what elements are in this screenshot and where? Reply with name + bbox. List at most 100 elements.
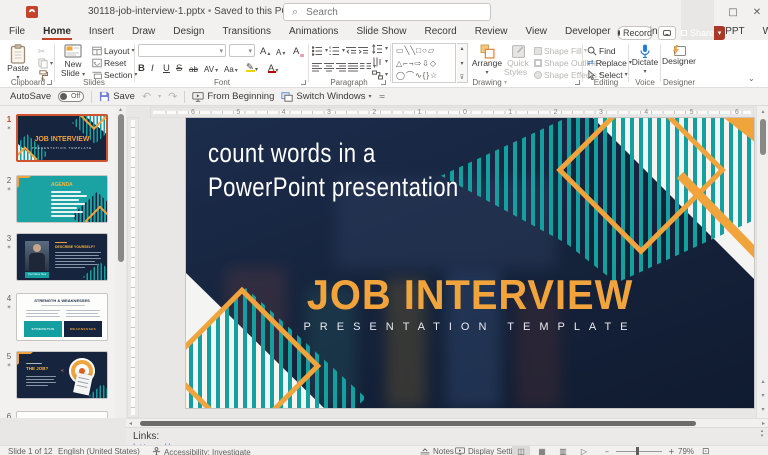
save-button[interactable]: Save <box>99 91 135 102</box>
dictate-button[interactable]: Dictate ▾ <box>631 44 659 76</box>
next-slide-button[interactable]: ▾ <box>757 392 768 399</box>
slide-subtitle-text[interactable]: PRESENTATION TEMPLATE <box>186 321 754 333</box>
align-center-button[interactable] <box>324 61 335 72</box>
tab-record[interactable]: Record <box>415 24 465 40</box>
designer-button[interactable]: Designer <box>663 45 695 66</box>
close-button[interactable]: ✕ <box>746 0 768 24</box>
paste-button[interactable]: Paste ▾ <box>4 44 32 82</box>
thumbnail-scrollbar[interactable]: ▴ <box>115 106 126 418</box>
slide-body-text[interactable]: count words in a PowerPoint presentation <box>208 136 459 204</box>
slide-show-button[interactable]: ▷ <box>575 446 593 455</box>
underline-button[interactable]: U <box>163 62 170 74</box>
scroll-down-icon[interactable]: ▾ <box>757 406 768 413</box>
shrink-font-button[interactable]: A▾ <box>276 45 285 57</box>
record-button[interactable]: Record <box>617 26 653 40</box>
shapes-gallery[interactable]: ▭╲╲□○▱ △⌐¬⇨⇩◇ ◯⌒∿{}☆ <box>392 43 456 83</box>
numbering-button[interactable]: ▾ <box>329 45 345 56</box>
zoom-out-button[interactable]: – <box>605 447 609 455</box>
italic-button[interactable]: I <box>151 62 154 74</box>
notes-pane[interactable]: Links: https://www. ▴ ▾ <box>126 427 768 445</box>
replace-button[interactable]: ⇄Replace▾ <box>587 57 632 68</box>
font-dialog-launcher-icon[interactable] <box>301 80 306 85</box>
share-button[interactable]: Share ▾ <box>681 26 725 40</box>
scroll-up-icon[interactable]: ▴ <box>757 108 768 115</box>
thumbnail-slide-3[interactable]: Your Name Here DESCRIBE YOURSELF? <box>16 233 108 281</box>
slide-canvas[interactable]: count words in a PowerPoint presentation… <box>186 118 754 408</box>
cut-button[interactable]: ✂ <box>38 46 45 57</box>
tab-file[interactable]: File <box>0 24 34 40</box>
tab-slide-show[interactable]: Slide Show <box>347 24 415 40</box>
align-right-button[interactable] <box>336 61 347 72</box>
clear-formatting-button[interactable]: A <box>293 45 304 57</box>
thumbnail-slide-1[interactable]: JOB INTERVIEW PRESENTATION TEMPLATE <box>16 114 108 162</box>
notes-text[interactable]: Links: <box>133 431 159 442</box>
zoom-level[interactable]: 79% <box>678 447 694 455</box>
line-spacing-button[interactable]: ▾ <box>372 43 388 54</box>
strikethrough-button[interactable]: S <box>176 62 182 74</box>
notes-scroll-down-icon[interactable]: ▾ <box>757 434 767 439</box>
tab-watermark[interactable]: Watermark <box>754 24 768 40</box>
tab-transitions[interactable]: Transitions <box>213 24 280 40</box>
zoom-in-button[interactable]: + <box>668 447 675 455</box>
previous-slide-button[interactable]: ▴ <box>757 378 768 385</box>
find-button[interactable]: Find <box>587 45 616 56</box>
decrease-indent-button[interactable] <box>346 45 357 56</box>
tab-developer[interactable]: Developer <box>556 24 620 40</box>
thumbnail-slide-5[interactable]: THE JOB? « <box>16 351 108 399</box>
change-case-button[interactable]: Aa▾ <box>224 62 238 74</box>
accessibility-status[interactable]: Accessibility: Investigate <box>152 447 251 455</box>
bold-button[interactable]: B <box>138 62 145 74</box>
zoom-slider[interactable] <box>616 451 662 452</box>
tab-home[interactable]: Home <box>34 24 80 40</box>
zoom-slider-thumb[interactable] <box>636 447 639 455</box>
thumbnail-slide-6[interactable]: CAREER OBJECTIVES <box>16 411 108 418</box>
tab-animations[interactable]: Animations <box>280 24 347 40</box>
qat-overflow-button[interactable]: ≂ <box>379 92 386 101</box>
tab-draw[interactable]: Draw <box>123 24 164 40</box>
slide-sorter-view-button[interactable]: ▦ <box>533 446 551 455</box>
justify-button[interactable] <box>348 61 359 72</box>
autosave-toggle[interactable]: Off <box>58 91 84 102</box>
horizontal-scrollbar[interactable]: ◂ ▸ <box>126 418 768 427</box>
normal-view-button[interactable]: ◫ <box>512 446 530 455</box>
font-name-combo[interactable]: ▾ <box>138 44 226 57</box>
bullets-button[interactable]: ▾ <box>312 45 328 56</box>
tab-design[interactable]: Design <box>164 24 213 40</box>
align-left-button[interactable] <box>312 61 323 72</box>
thumbnail-slide-4[interactable]: STRENGTH & WEAKNESSES STRENGTHS WEAKNESS… <box>16 293 108 341</box>
notes-button[interactable]: Notes <box>420 447 454 455</box>
vertical-scrollbar-thumb[interactable] <box>760 119 766 155</box>
text-direction-button[interactable]: ▾ <box>372 56 388 67</box>
shapes-scroll-up-icon[interactable]: ▴ <box>460 45 463 52</box>
shapes-scroll-down-icon[interactable]: ▾ <box>460 60 463 67</box>
search-input[interactable] <box>304 6 482 19</box>
language-indicator[interactable]: English (United States) <box>58 447 140 455</box>
arrange-button[interactable]: Arrange ▾ <box>472 44 502 77</box>
from-beginning-button[interactable]: From Beginning <box>192 91 274 102</box>
horizontal-scrollbar-thumb[interactable] <box>140 421 696 426</box>
copy-button[interactable]: ▾ <box>38 58 53 69</box>
character-spacing-button[interactable]: AV▾ <box>204 62 218 74</box>
slide-title-text[interactable]: JOB INTERVIEW <box>200 271 740 319</box>
collapse-ribbon-button[interactable]: ⌄ <box>748 74 755 83</box>
vertical-scrollbar[interactable]: ▴ ▴ ▾ ▾ <box>756 106 768 418</box>
new-slide-button[interactable]: New Slide ▾ <box>58 44 88 79</box>
thumbnail-slide-2[interactable]: AGENDA <box>16 175 108 223</box>
reset-button[interactable]: Reset <box>92 57 126 68</box>
font-size-combo[interactable]: ▾ <box>229 44 255 57</box>
font-color-button[interactable]: A▾ <box>268 62 278 74</box>
shape-fill-button[interactable]: Shape Fill▾ <box>534 45 587 56</box>
redo-button[interactable]: ↷ <box>168 90 177 103</box>
strikethrough-ab-button[interactable]: ab <box>189 62 198 74</box>
increase-indent-button[interactable] <box>358 45 369 56</box>
undo-button[interactable]: ↶ <box>142 90 151 103</box>
fit-slide-button[interactable]: ⊡ <box>702 447 710 455</box>
share-dropdown[interactable]: ▾ <box>714 26 725 40</box>
search-box[interactable]: ⌕ <box>283 3 491 21</box>
maximize-button[interactable]: □ <box>720 0 746 24</box>
clipboard-dialog-launcher-icon[interactable] <box>47 80 52 85</box>
paragraph-dialog-launcher-icon[interactable] <box>381 80 386 85</box>
switch-windows-button[interactable]: Switch Windows▾ <box>281 91 371 102</box>
drawing-dialog-launcher-icon[interactable] <box>575 80 580 85</box>
layout-button[interactable]: Layout▾ <box>92 45 135 56</box>
